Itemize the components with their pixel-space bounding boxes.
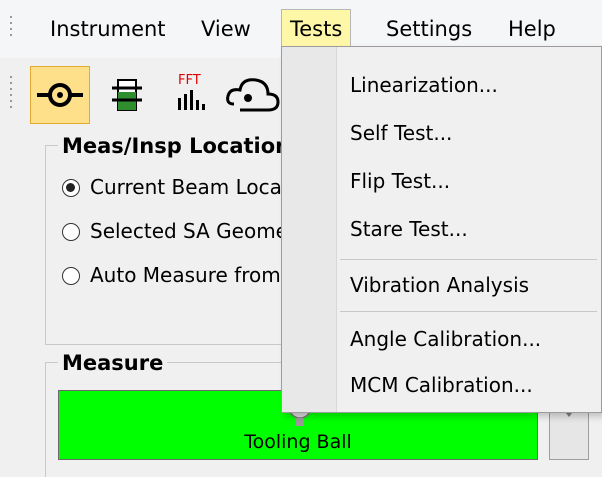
location-group-title: Meas/Insp Location (58, 134, 286, 158)
menu-separator (340, 259, 597, 260)
menu-item-angle-calibration[interactable]: Angle Calibration... (350, 319, 541, 359)
menu-tests[interactable]: Tests (281, 9, 352, 49)
menu-view[interactable]: View (193, 9, 259, 49)
menu-item-vibration-analysis[interactable]: Vibration Analysis (350, 265, 529, 305)
laser-target-icon (37, 83, 83, 107)
menu-item-mcm-calibration[interactable]: MCM Calibration... (350, 365, 533, 405)
radio-unchecked-icon[interactable] (62, 223, 80, 241)
menu-icon-column (282, 47, 337, 412)
radio-unchecked-icon[interactable] (62, 267, 80, 285)
radio-checked-icon[interactable] (62, 179, 80, 197)
level-icon (112, 79, 142, 111)
menu-separator (340, 311, 597, 312)
radio-selected-geometry[interactable]: Selected SA Geometry (62, 218, 316, 244)
menu-item-stare-test[interactable]: Stare Test... (350, 209, 468, 249)
menu-item-linearization[interactable]: Linearization... (350, 65, 498, 105)
fft-icon: FFT (178, 73, 205, 110)
menu-settings[interactable]: Settings (378, 9, 480, 49)
menubar-grip-icon[interactable] (10, 16, 14, 42)
fft-button[interactable]: FFT (158, 66, 218, 124)
menu-item-self-test[interactable]: Self Test... (350, 113, 452, 153)
menu-instrument[interactable]: Instrument (42, 9, 174, 49)
menu-help[interactable]: Help (500, 9, 564, 49)
level-button[interactable] (96, 66, 156, 124)
tests-menu: Linearization... Self Test... Flip Test.… (281, 46, 602, 413)
menu-item-flip-test[interactable]: Flip Test... (350, 161, 450, 201)
laser-target-button[interactable] (30, 66, 90, 124)
cloud-button[interactable] (220, 66, 282, 124)
measure-button-label: Tooling Ball (244, 431, 352, 453)
measure-group-title: Measure (58, 351, 168, 375)
cloud-icon (226, 78, 280, 112)
svg-text:FFT: FFT (178, 73, 201, 88)
toolbar-grip-icon[interactable] (10, 76, 12, 112)
